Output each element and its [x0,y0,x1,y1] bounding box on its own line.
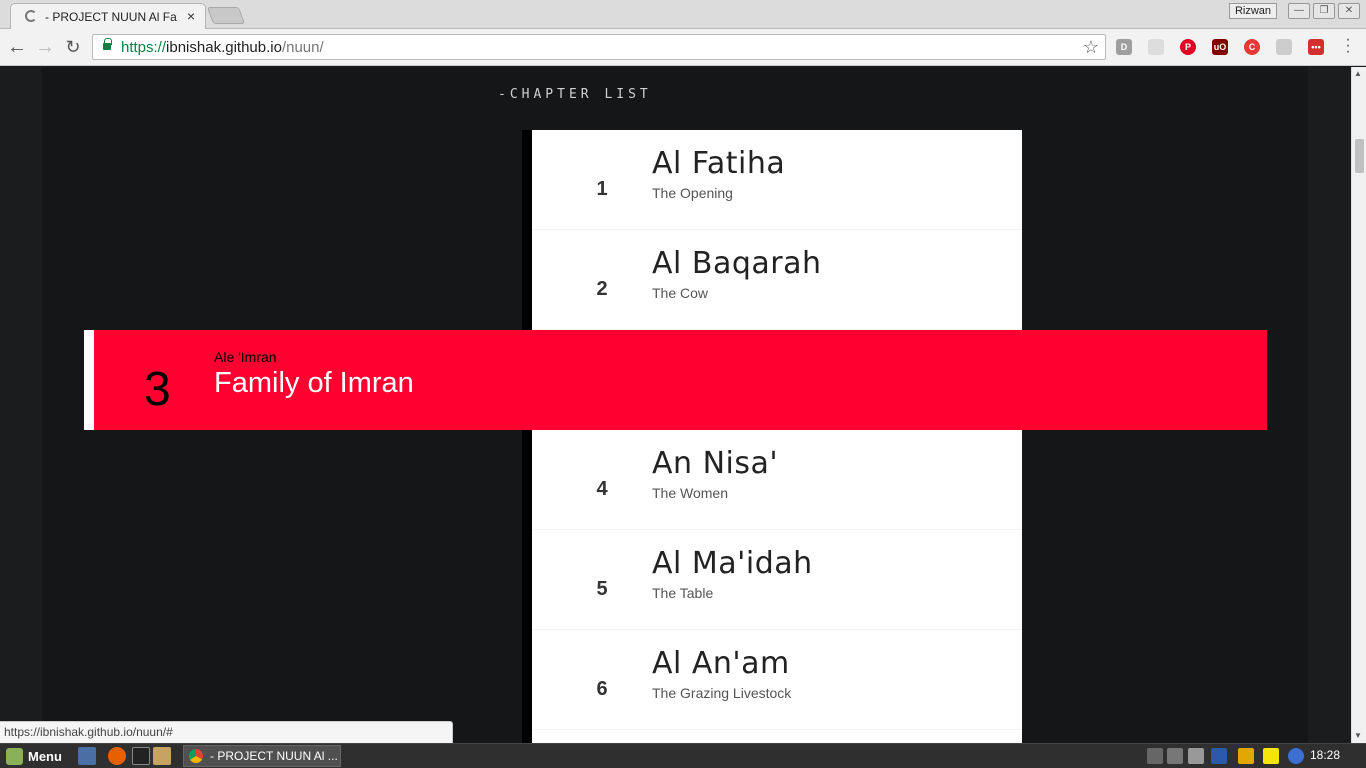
active-chapter-row[interactable]: 3 Ale 'Imran Family of Imran [84,330,1267,430]
show-desktop-icon[interactable] [78,747,96,765]
url-path: /nuun/ [281,39,324,56]
chapter-row[interactable]: 4 An Nisa' The Women [532,430,1022,530]
chapter-row[interactable]: 2 Al Baqarah The Cow [532,230,1022,330]
scroll-thumb[interactable] [1355,139,1364,173]
bookmark-star-icon[interactable]: ☆ [1083,37,1099,58]
volume-icon[interactable] [1167,748,1183,764]
terminal-icon[interactable] [132,747,150,765]
extension-chat-icon[interactable] [1148,39,1164,55]
ublock-icon[interactable]: uO [1212,39,1228,55]
tab-title: - PROJECT NUUN Al Fatiha [45,10,177,24]
chapter-translation: The Cow [652,285,709,301]
back-icon[interactable]: ← [5,35,29,59]
file-manager-icon[interactable] [153,747,171,765]
restore-icon[interactable]: ❐ [1313,3,1335,19]
chapter-name: Al An'am [652,646,790,681]
active-chapter-translation: Family of Imran [214,367,414,399]
chapter-translation: The Grazing Livestock [652,685,792,701]
shield-icon[interactable] [1211,748,1227,764]
extension-red-icon[interactable]: ••• [1308,39,1324,55]
chapter-list: 1 Al Fatiha The Opening 2 Al Baqarah The… [522,130,1022,743]
chapter-name: Al Baqarah [652,246,822,281]
chrome-menu-icon[interactable]: · · · [1344,32,1352,60]
chapter-number: 2 [596,278,608,300]
start-menu-button[interactable]: Menu [4,747,62,766]
url-scheme: https:// [121,39,167,56]
chrome-icon [189,749,203,763]
chapter-translation: The Table [652,585,714,601]
chapter-number: 6 [596,678,608,700]
chapter-row[interactable]: 6 Al An'am The Grazing Livestock [532,630,1022,730]
url-host: ibnishak.github.io [166,39,282,56]
os-taskbar: Menu - PROJECT NUUN Al ... 18:28 [0,743,1366,768]
browser-toolbar: ← → ↻ https://ibnishak.github.io/nuun/ ☆… [0,29,1366,66]
clock: 18:28 [1310,748,1341,762]
taskbar-window-title: - PROJECT NUUN Al ... [210,749,338,763]
lock-icon [103,38,112,50]
scroll-up-icon[interactable]: ▲ [1354,69,1362,78]
web-page: -CHAPTER LIST 1 Al Fatiha The Opening 2 … [0,67,1366,743]
pinterest-icon[interactable]: P [1180,39,1196,55]
chapter-row[interactable]: 1 Al Fatiha The Opening [532,130,1022,230]
chapter-number: 5 [596,578,608,600]
browser-tab[interactable]: - PROJECT NUUN Al Fatiha × [10,3,206,30]
new-tab-button[interactable] [206,7,246,24]
start-menu-label: Menu [28,749,62,764]
chapter-number: 4 [596,478,608,500]
url-text: https://ibnishak.github.io/nuun/ [121,39,324,56]
minimize-icon[interactable]: — [1288,3,1310,19]
loading-icon [25,10,37,22]
extension-c-icon[interactable]: C [1244,39,1260,55]
bluetooth-icon[interactable] [1288,748,1304,764]
extension-d-icon[interactable]: D [1116,39,1132,55]
link-status-bubble: https://ibnishak.github.io/nuun/# [0,721,453,743]
wifi-icon[interactable] [1147,748,1163,764]
page-scrollbar[interactable]: ▲ ▼ [1351,67,1366,743]
chapter-name: An Nisa' [652,446,779,481]
tab-close-button[interactable]: × [187,8,195,24]
tab-strip: - PROJECT NUUN Al Fatiha × Rizwan — ❐ ✕ [0,0,1366,30]
scroll-down-icon[interactable]: ▼ [1354,731,1362,740]
taskbar-chrome-window[interactable]: - PROJECT NUUN Al ... [183,745,341,767]
profile-button[interactable]: Rizwan [1229,3,1277,19]
close-window-icon[interactable]: ✕ [1338,3,1360,19]
chapter-translation: The Women [652,485,728,501]
chapter-row[interactable]: 5 Al Ma'idah The Table [532,530,1022,630]
notes-icon[interactable] [1263,748,1279,764]
chapter-name: Al Ma'idah [652,546,813,581]
chapter-list-heading: -CHAPTER LIST [498,87,652,102]
battery-icon[interactable] [1188,748,1204,764]
reload-icon[interactable]: ↻ [61,35,85,59]
forward-icon[interactable]: → [33,35,57,59]
active-chapter-number: 3 [144,363,171,416]
mint-logo-icon [6,748,23,765]
address-bar[interactable]: https://ibnishak.github.io/nuun/ ☆ [92,34,1106,60]
extension-grid-icon[interactable] [1276,39,1292,55]
firefox-icon[interactable] [108,747,126,765]
chapter-translation: The Opening [652,185,733,201]
chapter-name: Al Fatiha [652,146,786,181]
chapter-number: 1 [596,178,608,200]
active-chapter-name: Ale 'Imran [214,349,277,365]
clipboard-icon[interactable] [1238,748,1254,764]
